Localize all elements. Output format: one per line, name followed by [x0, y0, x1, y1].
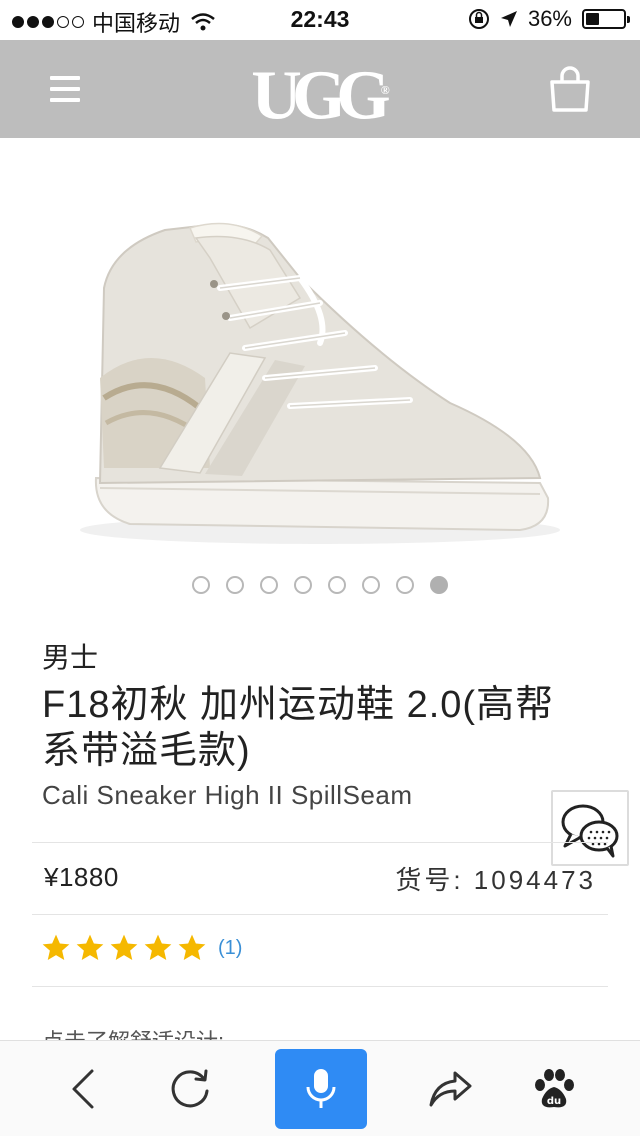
product-gender: 男士: [42, 642, 99, 673]
carousel-dot[interactable]: [192, 576, 210, 594]
baidu-paw-icon: du: [535, 1069, 574, 1108]
svg-text:du: du: [547, 1096, 561, 1107]
battery-icon: [582, 9, 630, 29]
battery-percent: 36%: [527, 6, 572, 31]
carousel-dot[interactable]: [430, 576, 448, 594]
site-header: UGG®: [0, 40, 640, 138]
product-subtitle: Cali Sneaker High II SpillSeam: [42, 780, 413, 810]
product-price: ¥1880: [44, 862, 119, 892]
sneaker-image: [80, 222, 560, 544]
battery-fill: [586, 13, 599, 25]
star-icon: [76, 934, 104, 960]
hamburger-menu-icon[interactable]: [50, 76, 80, 102]
carousel-dot[interactable]: [396, 576, 414, 594]
product-rating[interactable]: (1): [40, 932, 242, 964]
product-title: F18初秋 加州运动鞋 2.0(高帮系带溢毛款): [42, 684, 555, 772]
share-icon: [429, 1071, 472, 1107]
carousel-dot[interactable]: [294, 576, 312, 594]
divider: [32, 986, 608, 987]
location-arrow-icon: [500, 11, 517, 27]
browser-toolbar: du: [0, 1040, 640, 1136]
star-icon: [178, 934, 206, 960]
star-icon: [42, 934, 70, 960]
star-icon: [144, 934, 172, 960]
orientation-lock-icon: [468, 9, 489, 29]
rating-stars: [40, 932, 208, 964]
status-right: 36%: [468, 6, 630, 32]
logo-text: UGG: [251, 57, 390, 135]
refresh-button[interactable]: [160, 1041, 220, 1136]
carousel-dot[interactable]: [362, 576, 380, 594]
divider: [32, 914, 608, 915]
carousel-dot[interactable]: [328, 576, 346, 594]
divider: [32, 842, 608, 843]
microphone-icon: [306, 1069, 336, 1108]
chat-bubble-icon: [561, 804, 619, 858]
carousel-dot[interactable]: [226, 576, 244, 594]
customer-chat-button[interactable]: [551, 790, 629, 866]
brand-logo[interactable]: UGG®: [238, 50, 403, 134]
baidu-button[interactable]: du: [524, 1041, 584, 1136]
product-image[interactable]: [0, 138, 640, 568]
status-bar: 中国移动 22:43 36%: [0, 0, 640, 40]
shopping-bag-icon[interactable]: [548, 66, 592, 114]
image-carousel-dots[interactable]: [0, 576, 640, 594]
back-arrow-icon: [72, 1069, 94, 1109]
voice-search-button[interactable]: [275, 1049, 367, 1129]
review-count-link[interactable]: (1): [218, 937, 242, 960]
product-sku: 货号: 1094473: [395, 865, 596, 895]
refresh-icon: [171, 1069, 209, 1108]
share-button[interactable]: [420, 1041, 480, 1136]
carousel-dot[interactable]: [260, 576, 278, 594]
back-button[interactable]: [52, 1041, 112, 1136]
star-icon: [110, 934, 138, 960]
